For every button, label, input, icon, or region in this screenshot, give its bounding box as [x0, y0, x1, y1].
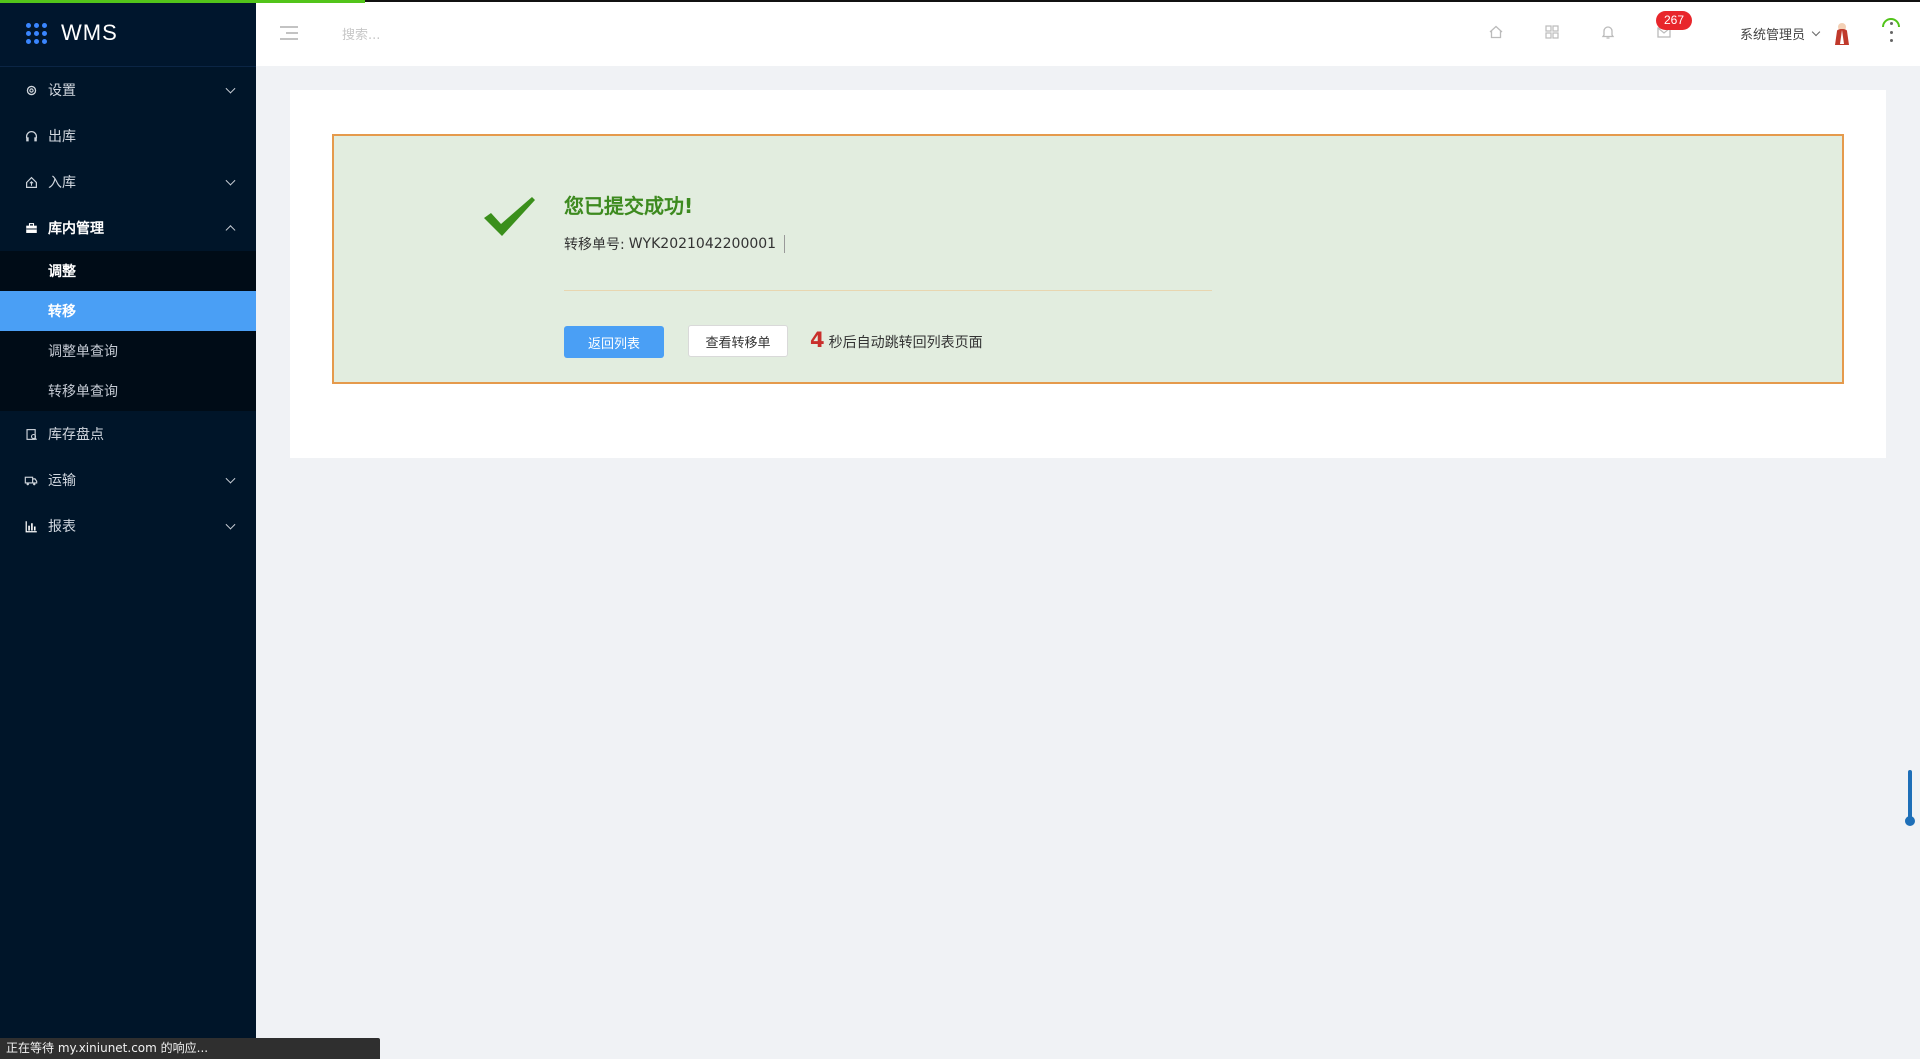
submenu-item-transfer-query[interactable]: 转移单查询: [0, 371, 256, 411]
browser-status-bar: 正在等待 my.xiniunet.com 的响应...: [0, 1038, 380, 1059]
chevron-down-icon: [225, 175, 236, 186]
briefcase-icon: [24, 221, 38, 235]
sidebar-menu: 设置 出库 入库 库内管理: [0, 67, 256, 251]
submenu-item-adjust-query[interactable]: 调整单查询: [0, 331, 256, 371]
notification-badge: 267: [1656, 11, 1693, 30]
sidebar-item-label: 运输: [48, 473, 76, 489]
sidebar-item-label: 入库: [48, 175, 76, 191]
view-transfer-order-button[interactable]: 查看转移单: [688, 325, 788, 357]
chevron-down-icon: [225, 519, 236, 530]
sidebar-item-label: 库内管理: [48, 221, 104, 237]
top-header: 267 系统管理员: [256, 0, 1920, 66]
sidebar-item-stocktake[interactable]: 库存盘点: [0, 411, 256, 457]
home-icon[interactable]: [1486, 22, 1506, 42]
countdown-text: 秒后自动跳转回列表页面: [828, 335, 983, 351]
chevron-down-icon: [225, 473, 236, 484]
submenu-item-adjust[interactable]: 调整: [0, 251, 256, 291]
sidebar-item-warehouse-management[interactable]: 库内管理: [0, 205, 256, 251]
success-title: 您已提交成功!: [564, 194, 694, 218]
menu-toggle-icon[interactable]: [280, 26, 298, 40]
order-number: WYK2021042200001: [628, 236, 777, 252]
chevron-down-icon: [225, 83, 236, 94]
brand-title: WMS: [61, 20, 118, 45]
headset-icon: [24, 129, 38, 143]
sidebar-item-transport[interactable]: 运输: [0, 457, 256, 503]
warehouse-submenu: 调整 转移 调整单查询 转移单查询: [0, 251, 256, 411]
user-name: 系统管理员: [1740, 28, 1806, 43]
apps-logo-icon: [26, 22, 47, 44]
order-info: 转移单号: WYK2021042200001: [564, 234, 786, 254]
sidebar-item-label: 出库: [48, 129, 76, 145]
order-label: 转移单号:: [564, 237, 625, 253]
sidebar-item-outbound[interactable]: 出库: [0, 113, 256, 159]
chevron-up-icon: [225, 225, 236, 236]
sidebar-item-reports[interactable]: 报表: [0, 503, 256, 549]
countdown-number: 4: [810, 328, 825, 352]
avatar[interactable]: [1832, 20, 1852, 46]
brand[interactable]: WMS: [0, 0, 256, 67]
page-load-progress: [0, 0, 365, 3]
content-card: 您已提交成功! 转移单号: WYK2021042200001 返回列表 查看转移…: [290, 90, 1886, 458]
bar-chart-icon: [24, 519, 38, 533]
loading-spinner-icon: [1880, 16, 1902, 38]
home-upload-icon: [24, 175, 38, 189]
sidebar-menu-lower: 库存盘点 运输 报表: [0, 411, 256, 549]
apps-grid-icon[interactable]: [1542, 22, 1562, 42]
sidebar-item-settings[interactable]: 设置: [0, 67, 256, 113]
truck-icon: [24, 473, 38, 487]
sidebar-item-label: 库存盘点: [48, 427, 104, 443]
redirect-countdown: 4 秒后自动跳转回列表页面: [810, 328, 983, 352]
clipboard-icon: [24, 427, 38, 441]
sidebar: WMS 设置 出库 入库 库内管理 调整 转移 调整单查询 转移单查询 库存盘点…: [0, 0, 256, 1059]
checkmark-icon: [482, 194, 536, 238]
submenu-item-transfer[interactable]: 转移: [0, 291, 256, 331]
gear-icon: [24, 83, 38, 97]
text-cursor: [784, 235, 786, 253]
sidebar-item-label: 报表: [48, 519, 76, 535]
chevron-down-icon: [1811, 27, 1821, 36]
user-menu[interactable]: 系统管理员: [1740, 24, 1821, 43]
bell-icon[interactable]: [1598, 22, 1618, 42]
search-input[interactable]: [340, 20, 604, 50]
success-panel: 您已提交成功! 转移单号: WYK2021042200001 返回列表 查看转移…: [332, 134, 1844, 384]
sidebar-item-label: 设置: [48, 83, 76, 99]
sidebar-item-inbound[interactable]: 入库: [0, 159, 256, 205]
divider: [564, 290, 1212, 291]
back-to-list-button[interactable]: 返回列表: [564, 326, 664, 358]
scroll-handle[interactable]: [1905, 770, 1915, 826]
